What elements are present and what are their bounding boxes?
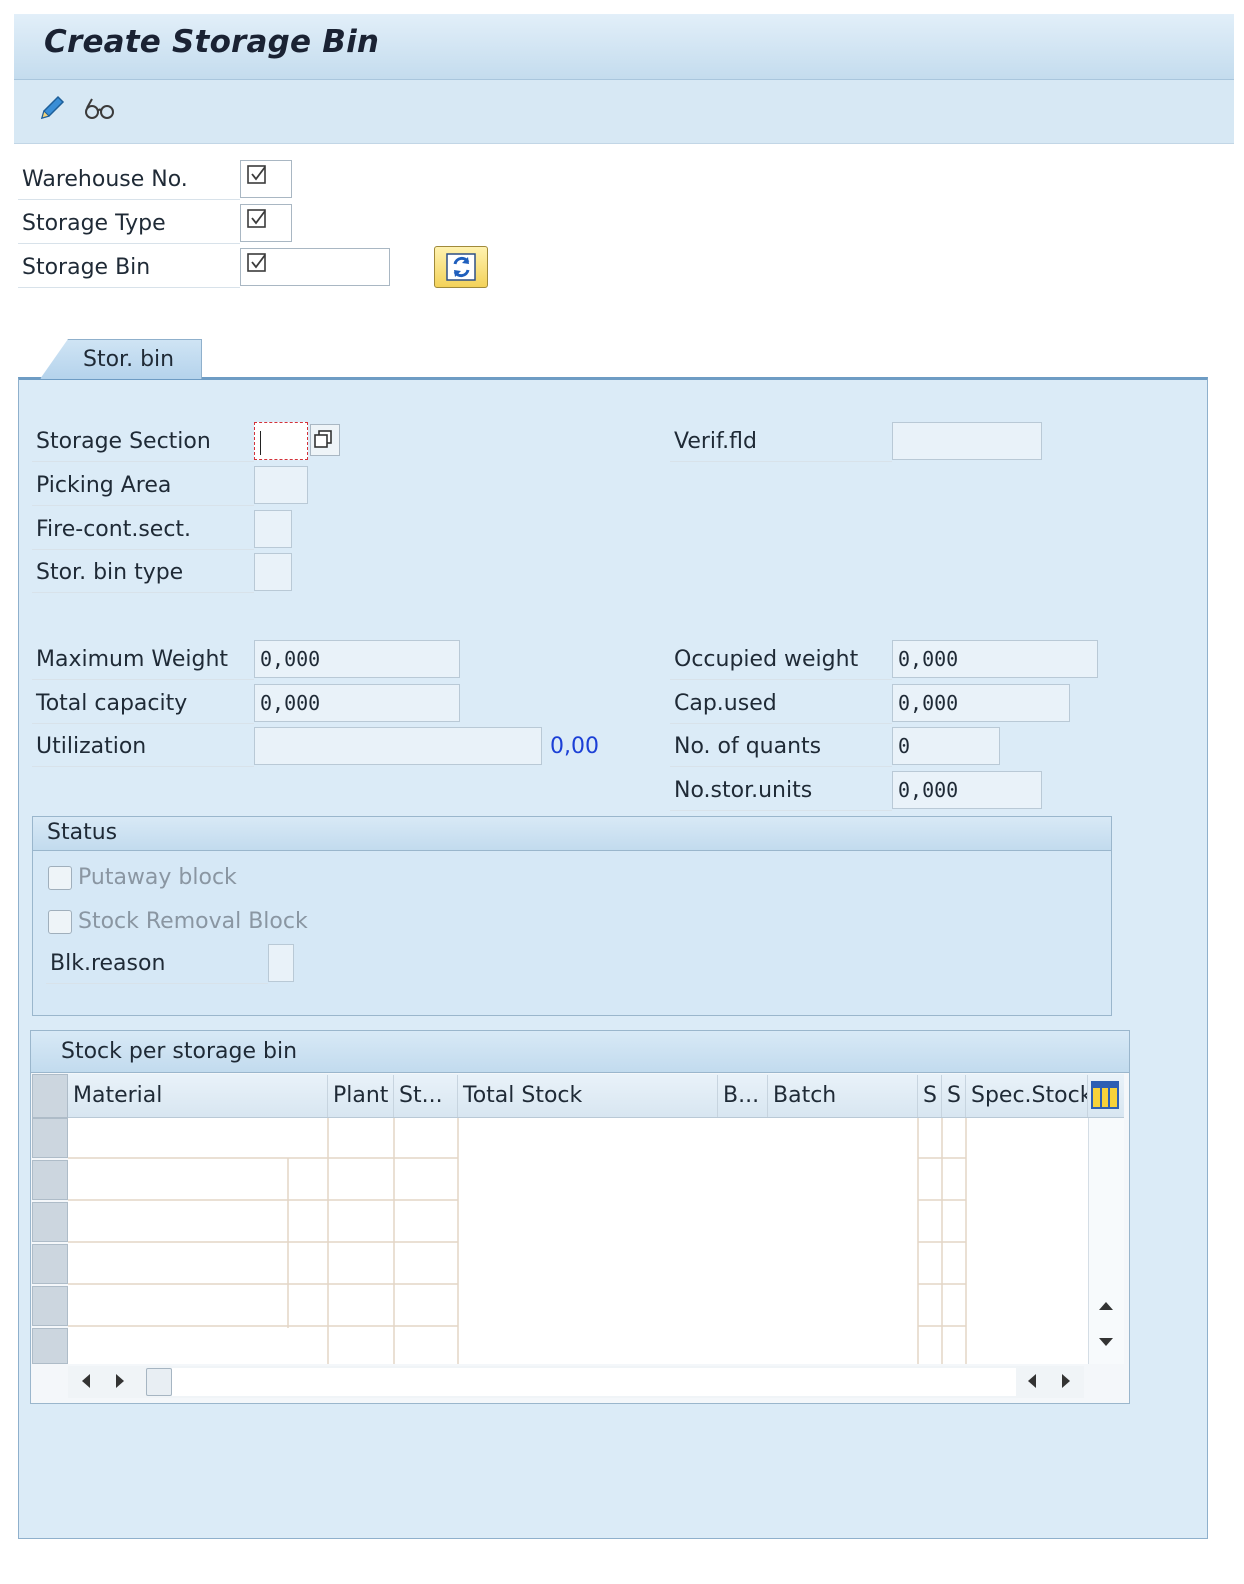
- pencil-icon[interactable]: [36, 92, 68, 124]
- col-b[interactable]: B...: [718, 1075, 768, 1117]
- row-selector[interactable]: [32, 1244, 68, 1284]
- stock-removal-block-label: Stock Removal Block: [78, 909, 308, 934]
- stor-bin-type-field[interactable]: [254, 553, 292, 591]
- fire-cont-sect-field[interactable]: [254, 510, 292, 548]
- cap-used-label: Cap.used: [670, 684, 892, 724]
- toolbar: [14, 80, 1234, 144]
- row-selector[interactable]: [32, 1286, 68, 1326]
- no-stor-units-label: No.stor.units: [670, 771, 892, 811]
- maximum-weight-field[interactable]: 0,000: [254, 640, 460, 678]
- storage-bin-label: Storage Bin: [18, 248, 240, 288]
- verif-fld-field[interactable]: [892, 422, 1042, 460]
- blk-reason-label: Blk.reason: [46, 944, 268, 984]
- col-material[interactable]: Material: [68, 1075, 328, 1117]
- status-group-title: Status: [33, 817, 1111, 851]
- row-selector[interactable]: [32, 1328, 68, 1364]
- occupied-weight-label: Occupied weight: [670, 640, 892, 680]
- col-plant[interactable]: Plant: [328, 1075, 394, 1117]
- scroll-right-icon[interactable]: [110, 1370, 130, 1398]
- glasses-icon[interactable]: [80, 92, 118, 124]
- scroll-left-icon[interactable]: [1022, 1370, 1042, 1398]
- vertical-scrollbar[interactable]: [1088, 1118, 1124, 1364]
- warehouse-no-label: Warehouse No.: [18, 160, 240, 200]
- refresh-button[interactable]: [434, 246, 488, 288]
- warehouse-no-field[interactable]: [240, 160, 292, 198]
- storage-section-field[interactable]: [254, 422, 308, 460]
- storage-bin-field[interactable]: [240, 248, 390, 286]
- putaway-block-checkbox[interactable]: [48, 866, 72, 890]
- tab-stor-bin[interactable]: Stor. bin: [40, 339, 202, 379]
- scroll-left-icon[interactable]: [76, 1370, 96, 1398]
- stock-grid-body[interactable]: [68, 1118, 1088, 1364]
- maximum-weight-label: Maximum Weight: [32, 640, 254, 680]
- utilization-percent: 0,00: [550, 734, 599, 759]
- col-batch[interactable]: Batch: [768, 1075, 918, 1117]
- col-storage-location[interactable]: St...: [394, 1075, 458, 1117]
- column-settings-icon[interactable]: [1090, 1080, 1122, 1112]
- blk-reason-field[interactable]: [268, 944, 294, 982]
- scroll-track[interactable]: [172, 1368, 1016, 1396]
- fire-cont-sect-label: Fire-cont.sect.: [32, 510, 254, 550]
- row-selector[interactable]: [32, 1118, 68, 1158]
- refresh-icon: [445, 251, 479, 289]
- select-all-cell[interactable]: [32, 1074, 68, 1118]
- stor-bin-type-label: Stor. bin type: [32, 553, 254, 593]
- scroll-right-icon[interactable]: [1056, 1370, 1076, 1398]
- total-capacity-field[interactable]: 0,000: [254, 684, 460, 722]
- col-s2[interactable]: S: [942, 1075, 966, 1117]
- col-spec-stock[interactable]: Spec.Stock: [966, 1075, 1088, 1117]
- picking-area-field[interactable]: [254, 466, 308, 504]
- required-check-icon: [246, 209, 268, 235]
- utilization-field[interactable]: [254, 727, 542, 765]
- scroll-up-icon[interactable]: [1096, 1296, 1116, 1322]
- col-total-stock[interactable]: Total Stock: [458, 1075, 718, 1117]
- row-selector[interactable]: [32, 1160, 68, 1200]
- stock-removal-block-checkbox[interactable]: [48, 910, 72, 934]
- occupied-weight-field[interactable]: 0,000: [892, 640, 1098, 678]
- row-selector[interactable]: [32, 1202, 68, 1242]
- no-stor-units-field[interactable]: 0,000: [892, 771, 1042, 809]
- utilization-label: Utilization: [32, 727, 254, 767]
- required-check-icon: [246, 253, 268, 279]
- value-help-icon[interactable]: [310, 424, 340, 456]
- no-of-quants-label: No. of quants: [670, 727, 892, 767]
- col-s1[interactable]: S: [918, 1075, 942, 1117]
- no-of-quants-field[interactable]: 0: [892, 727, 1000, 765]
- required-check-icon: [246, 165, 268, 191]
- putaway-block-label: Putaway block: [78, 865, 237, 890]
- scroll-thumb[interactable]: [146, 1368, 172, 1396]
- storage-section-label: Storage Section: [32, 422, 254, 462]
- picking-area-label: Picking Area: [32, 466, 254, 506]
- storage-type-label: Storage Type: [18, 204, 240, 244]
- page-title: Create Storage Bin: [44, 24, 380, 60]
- scroll-down-icon[interactable]: [1096, 1332, 1116, 1358]
- cap-used-field[interactable]: 0,000: [892, 684, 1070, 722]
- storage-type-field[interactable]: [240, 204, 292, 242]
- verif-fld-label: Verif.fld: [670, 422, 892, 462]
- total-capacity-label: Total capacity: [32, 684, 254, 724]
- stock-group-title: Stock per storage bin: [31, 1031, 1129, 1073]
